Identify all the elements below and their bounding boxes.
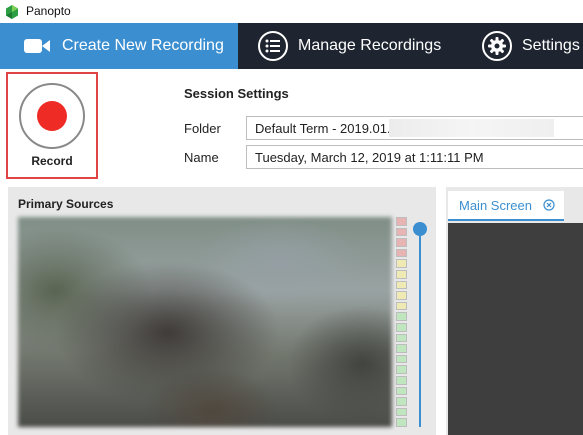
tab-main-screen[interactable]: Main Screen xyxy=(448,191,564,221)
record-highlight-box: Record xyxy=(6,72,98,179)
list-icon xyxy=(256,29,290,63)
gear-icon xyxy=(480,29,514,63)
folder-label: Folder xyxy=(184,121,221,136)
main-navbar: Create New Recording Manage Recordings S… xyxy=(0,23,583,69)
level-segment xyxy=(396,217,407,226)
panopto-logo-icon xyxy=(6,5,18,19)
name-label: Name xyxy=(184,150,219,165)
level-segment xyxy=(396,386,407,396)
session-settings-title: Session Settings xyxy=(184,86,289,101)
level-segment xyxy=(396,344,407,353)
tab-label: Settings xyxy=(522,37,580,54)
tab-create-new-recording[interactable]: Create New Recording xyxy=(0,23,238,69)
level-segment xyxy=(396,418,407,427)
level-segment xyxy=(396,375,407,385)
level-segment xyxy=(396,269,407,279)
webcam-preview xyxy=(18,217,392,427)
level-segment xyxy=(396,354,407,364)
camera-icon xyxy=(20,29,54,63)
level-segment xyxy=(396,291,407,300)
close-circle-icon[interactable] xyxy=(543,199,555,211)
level-segment xyxy=(396,365,407,374)
level-segment xyxy=(396,312,407,321)
tab-label: Create New Recording xyxy=(62,37,224,54)
folder-field[interactable]: Default Term - 2019.01. xyxy=(246,116,583,140)
name-value: Tuesday, March 12, 2019 at 1:11:11 PM xyxy=(255,150,484,165)
main-screen-preview xyxy=(448,223,583,435)
level-segment xyxy=(396,259,407,268)
record-label: Record xyxy=(31,154,73,168)
main-screen-tab-label: Main Screen xyxy=(459,197,532,213)
primary-sources-title: Primary Sources xyxy=(18,197,114,211)
redacted-area xyxy=(389,119,554,137)
level-segment xyxy=(396,301,407,311)
app-title: Panopto xyxy=(26,4,71,18)
primary-sources-panel: Primary Sources xyxy=(8,187,436,435)
record-dot-icon xyxy=(37,101,67,131)
level-segment xyxy=(396,333,407,343)
title-bar: Panopto xyxy=(0,0,583,23)
volume-slider-handle[interactable] xyxy=(413,222,427,236)
name-field[interactable]: Tuesday, March 12, 2019 at 1:11:11 PM xyxy=(246,145,583,169)
level-segment xyxy=(396,238,407,247)
audio-level-meter xyxy=(396,217,407,427)
main-screen-panel: Main Screen xyxy=(446,187,583,435)
level-segment xyxy=(396,227,407,237)
volume-slider-track[interactable] xyxy=(419,229,421,427)
tab-label: Manage Recordings xyxy=(298,37,442,54)
folder-value: Default Term - 2019.01. xyxy=(255,121,391,136)
tab-manage-recordings[interactable]: Manage Recordings xyxy=(256,23,441,69)
record-button[interactable] xyxy=(19,83,85,149)
tab-settings[interactable]: Settings xyxy=(480,23,580,69)
level-segment xyxy=(396,322,407,332)
level-segment xyxy=(396,397,407,406)
level-segment xyxy=(396,407,407,417)
level-segment xyxy=(396,248,407,258)
level-segment xyxy=(396,280,407,290)
